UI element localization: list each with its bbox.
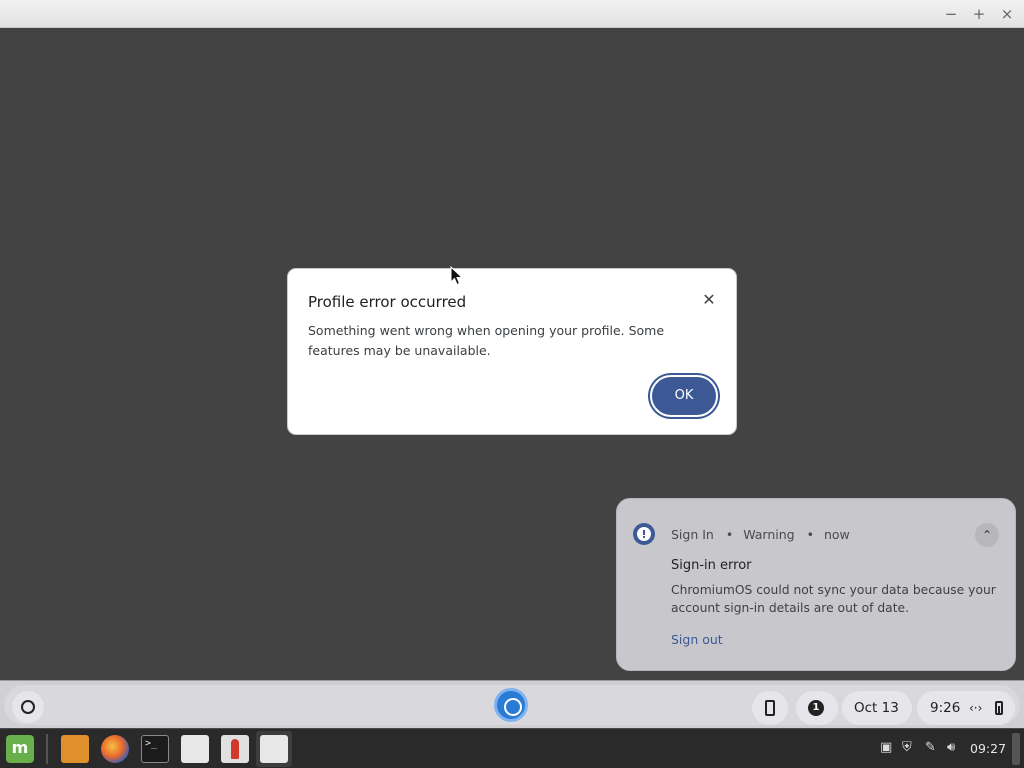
dialog-title: Profile error occurred: [308, 293, 467, 311]
collapse-notification-button[interactable]: ⌃: [975, 523, 999, 547]
chrome-icon[interactable]: [494, 688, 528, 722]
files-icon[interactable]: [61, 735, 89, 763]
header-separator: •: [806, 527, 814, 542]
notification-source: Sign In: [671, 527, 714, 542]
status-area-button[interactable]: 9:26 ‹·›: [917, 691, 1015, 725]
mint-menu-icon[interactable]: [6, 735, 34, 763]
rocket-icon[interactable]: [221, 735, 249, 763]
app-icon[interactable]: [260, 735, 288, 763]
launcher-icon[interactable]: [12, 691, 44, 723]
dialog-message: Something went wrong when opening your p…: [308, 323, 665, 358]
notification-counter-button[interactable]: 1: [796, 691, 838, 725]
dialog-close-button[interactable]: ✕: [699, 290, 719, 310]
show-desktop-button[interactable]: [1012, 733, 1020, 765]
close-window-button[interactable]: ×: [998, 5, 1016, 23]
ok-button[interactable]: OK: [650, 375, 718, 417]
pen-icon[interactable]: ✎: [925, 740, 936, 755]
date-button[interactable]: Oct 13: [842, 691, 912, 725]
terminal-icon[interactable]: [141, 735, 169, 763]
taskbar-separator: [46, 734, 48, 764]
notification-body: ChromiumOS could not sync your data beca…: [671, 583, 996, 615]
mouse-cursor-icon: [450, 266, 464, 286]
shelf-bar: 1 Oct 13 9:26 ‹·›: [4, 685, 1020, 725]
notification-count-badge: 1: [808, 700, 824, 716]
network-icon: ‹·›: [969, 701, 983, 715]
header-separator: •: [725, 527, 734, 542]
notification-title: Sign-in error: [671, 558, 752, 573]
shelf: 1 Oct 13 9:26 ‹·›: [0, 680, 1024, 728]
clipboard-icon[interactable]: ▣: [880, 740, 892, 755]
notification-header: Sign In • Warning • now: [671, 527, 852, 542]
shelf-date: Oct 13: [854, 700, 899, 716]
warning-icon: [633, 523, 655, 545]
shelf-time: 9:26: [930, 700, 961, 716]
taskbar: ▣ ⛨ ✎ 🔊︎ 09:27: [0, 728, 1024, 768]
window-titlebar: − + ×: [0, 0, 1024, 28]
profile-error-dialog: Profile error occurred ✕ Something went …: [287, 268, 737, 435]
taskbar-clock[interactable]: 09:27: [970, 741, 1006, 756]
sign-in-notification: Sign In • Warning • now ⌃ Sign-in error …: [616, 498, 1016, 671]
volume-icon[interactable]: 🔊︎: [947, 740, 955, 755]
firefox-icon[interactable]: [101, 735, 129, 763]
minimize-button[interactable]: −: [942, 5, 960, 23]
maximize-button[interactable]: +: [970, 5, 988, 23]
shield-icon[interactable]: ⛨: [902, 740, 912, 755]
phone-hub-button[interactable]: [752, 691, 788, 725]
phone-icon: [765, 700, 775, 716]
app-icon[interactable]: [181, 735, 209, 763]
sign-out-button[interactable]: Sign out: [671, 632, 723, 647]
battery-icon: [995, 701, 1003, 715]
notification-severity: Warning: [743, 527, 795, 542]
notification-time: now: [823, 527, 850, 542]
